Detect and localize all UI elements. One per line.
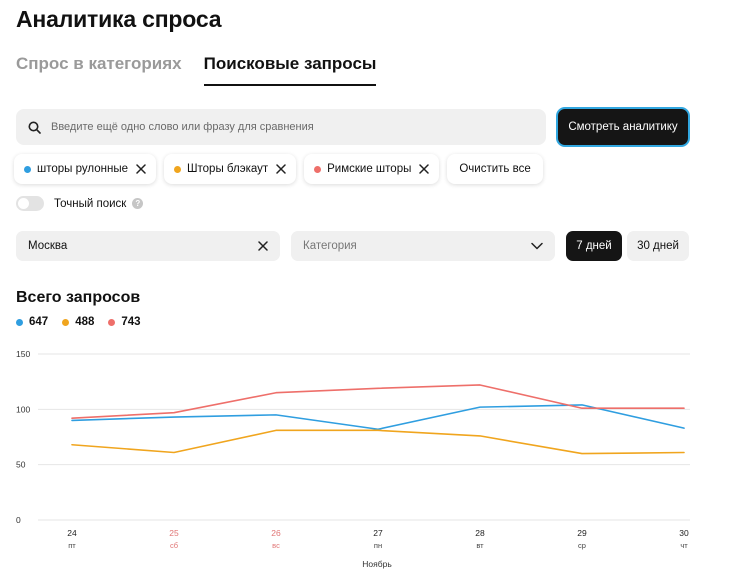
chip-label: Римские шторы [327, 163, 412, 175]
tab-search-queries[interactable]: Поисковые запросы [203, 54, 377, 86]
x-axis-label: Ноябрь [362, 559, 392, 569]
series-color-dot [173, 165, 181, 173]
series-line-2 [71, 384, 685, 419]
x-tick-weekday: ср [578, 541, 586, 550]
y-tick-label: 50 [16, 460, 26, 470]
legend-total: 488 [75, 316, 95, 328]
series-line-1 [71, 429, 685, 455]
x-tick-day: 27 [373, 528, 383, 538]
category-placeholder: Категория [303, 240, 357, 252]
series-color-dot [24, 165, 31, 173]
x-tick-day: 28 [475, 528, 485, 538]
close-icon[interactable] [258, 241, 268, 251]
x-tick-weekday: сб [170, 541, 178, 550]
tab-category-demand[interactable]: Спрос в категориях [16, 54, 182, 86]
question-circle-icon[interactable]: ? [132, 198, 144, 209]
x-tick-day: 29 [577, 528, 587, 538]
x-tick-weekday: пн [374, 541, 382, 550]
x-tick-weekday: пт [68, 541, 76, 550]
x-tick-weekday: вс [272, 541, 280, 550]
query-chip[interactable]: шторы рулонные [14, 154, 156, 184]
chevron-down-icon [531, 242, 543, 250]
x-tick-day: 30 [679, 528, 689, 538]
exact-search-row: Точный поиск ? [16, 196, 144, 211]
series-color-dot [16, 318, 23, 326]
legend-total: 743 [121, 316, 141, 328]
page-title: Аналитика спроса [16, 6, 222, 32]
query-chip[interactable]: Римские шторы [304, 154, 440, 184]
city-value: Москва [28, 240, 68, 252]
city-field[interactable]: Москва [16, 231, 280, 261]
x-tick-day: 24 [67, 528, 77, 538]
queries-line-chart: 0 50 100 150 24 пт 25 сб 26 вс 27 пн 28 вт 29 ср 30 чт Ноя… [16, 349, 690, 569]
query-chips: шторы рулонные Шторы блэкаут Римские што… [14, 154, 543, 184]
tabs: Спрос в категориях Поисковые запросы [16, 54, 377, 86]
period-30-days-button[interactable]: 30 дней [627, 231, 689, 261]
y-tick-label: 150 [16, 349, 30, 359]
close-icon[interactable] [419, 164, 430, 174]
close-icon[interactable] [276, 164, 286, 174]
legend-item: 743 [108, 316, 141, 328]
x-tick-weekday: чт [680, 541, 688, 550]
chart-title: Всего запросов [16, 289, 141, 306]
query-chip[interactable]: Шторы блэкаут [163, 154, 297, 184]
search-icon [28, 121, 41, 134]
legend-item: 488 [62, 316, 94, 328]
view-analytics-button[interactable]: Смотреть аналитику [556, 107, 690, 147]
y-tick-label: 0 [16, 515, 21, 525]
x-tick-weekday: вт [476, 541, 484, 550]
clear-all-button[interactable]: Очистить все [447, 154, 543, 184]
chip-label: Шторы блэкаут [186, 163, 269, 175]
exact-search-label: Точный поиск [54, 197, 127, 210]
search-box[interactable] [16, 109, 546, 145]
series-color-dot [314, 165, 322, 173]
x-tick-day: 25 [169, 528, 179, 538]
category-select[interactable]: Категория [291, 231, 555, 261]
legend-total: 647 [29, 316, 49, 328]
y-tick-label: 100 [16, 404, 30, 414]
legend-item: 647 [16, 316, 48, 328]
period-7-days-button[interactable]: 7 дней [566, 231, 622, 261]
close-icon[interactable] [136, 164, 146, 174]
series-color-dot [62, 318, 70, 326]
series-color-dot [108, 318, 116, 326]
chip-label: шторы рулонные [37, 163, 128, 175]
chart-legend: 647 488 743 [16, 316, 141, 328]
x-tick-day: 26 [271, 528, 281, 538]
exact-search-toggle[interactable] [16, 196, 44, 211]
search-input[interactable] [51, 121, 511, 133]
